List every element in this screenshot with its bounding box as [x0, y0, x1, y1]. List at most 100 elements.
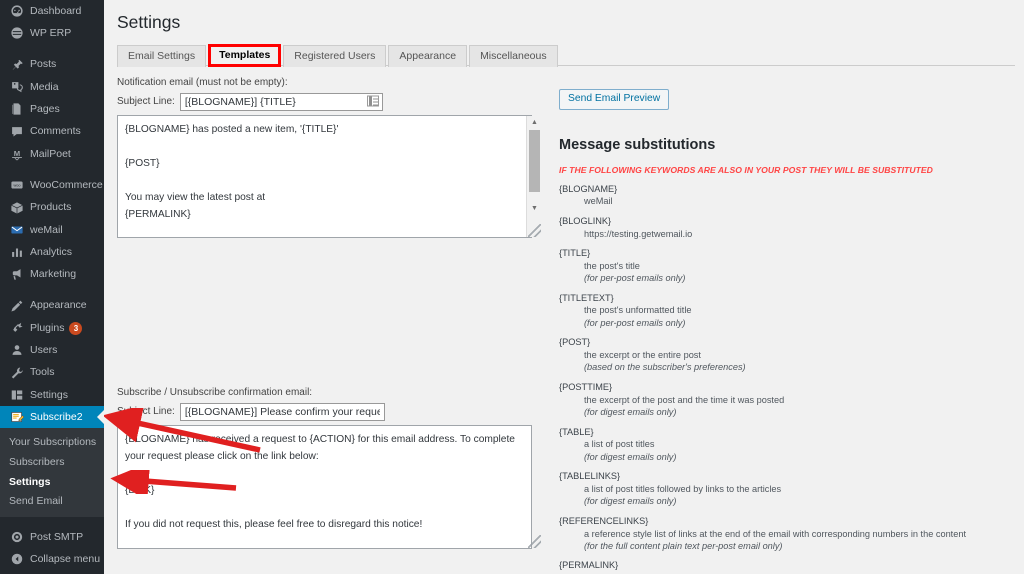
submenu-item-settings[interactable]: Settings: [0, 472, 104, 492]
notification-resize-handle[interactable]: [528, 223, 541, 237]
substitution-description: a reference style list of links at the e…: [584, 528, 966, 539]
tools-icon: [9, 365, 24, 380]
confirmation-body-textarea[interactable]: {BLOGNAME} has received a request to {AC…: [117, 424, 532, 549]
sidebar-item-analytics[interactable]: Analytics: [0, 241, 104, 263]
substitution-description: https://testing.getwemail.io: [584, 228, 693, 239]
substitution-entry: {TITLETEXT} the post's unformatted title(…: [559, 293, 1024, 330]
substitution-entry: {POST} the excerpt or the entire post (bas…: [559, 337, 1024, 374]
sidebar-item-label: Posts: [30, 58, 57, 71]
sidebar-item-marketing[interactable]: Marketing: [0, 263, 104, 285]
sidebar-item-wp-erp[interactable]: WP ERP: [0, 22, 104, 44]
sidebar-item-dashboard[interactable]: Dashboard: [0, 0, 104, 22]
sidebar-item-wemail[interactable]: weMail: [0, 219, 104, 241]
sidebar-item-comments[interactable]: Comments: [0, 120, 104, 142]
scrollbar-thumb[interactable]: [529, 129, 540, 192]
sidebar-item-post-smtp[interactable]: Post SMTP: [0, 526, 104, 548]
confirmation-subject-input[interactable]: [179, 402, 385, 421]
confirmation-subject-input-wrap: [179, 402, 385, 421]
notification-subject-input-wrap: [179, 92, 383, 111]
svg-text:woo: woo: [13, 184, 20, 188]
notification-subject-row: Subject Line:: [117, 92, 542, 111]
substitution-key: {BLOGNAME}: [559, 183, 618, 194]
tab-email-settings[interactable]: Email Settings: [117, 44, 207, 67]
pin-icon: [9, 57, 24, 72]
submenu-item-send-email[interactable]: Send Email: [0, 492, 104, 512]
substitution-key: {BLOGLINK}: [559, 215, 612, 226]
analytics-icon: [9, 245, 24, 260]
scroll-up-icon[interactable]: ▲: [527, 116, 542, 129]
sidebar-item-tools[interactable]: Tools: [0, 361, 104, 383]
sidebar-item-collapse-menu[interactable]: Collapse menu: [0, 548, 104, 570]
substitution-key: {TITLETEXT}: [559, 292, 614, 303]
templates-form: Notification email (must not be empty): …: [117, 76, 542, 549]
sidebar-item-plugins[interactable]: Plugins 3: [0, 317, 104, 339]
sidebar-item-label: WooCommerce: [30, 178, 103, 191]
message-substitutions-heading: Message substitutions: [559, 137, 716, 153]
admin-sidebar: Dashboard WP ERP Posts Media Pages Comments M M…: [0, 0, 104, 574]
sidebar-item-users[interactable]: Users: [0, 339, 104, 361]
sidebar-item-label: Analytics: [30, 245, 73, 258]
substitution-note: (for per-post emails only): [584, 317, 686, 328]
notification-body-textarea[interactable]: {BLOGNAME} has posted a new item, '{TITL…: [117, 114, 532, 238]
tab-appearance[interactable]: Appearance: [388, 44, 468, 67]
svg-text:M: M: [13, 149, 19, 158]
substitutions-warning-text: IF THE FOLLOWING KEYWORDS ARE ALSO IN YO…: [559, 165, 933, 176]
tab-miscellaneous[interactable]: Miscellaneous: [469, 44, 558, 67]
substitution-note: (based on the subscriber's preferences): [584, 362, 746, 373]
emoji-picker-icon[interactable]: [366, 95, 379, 107]
substitution-key: {POST}: [559, 337, 591, 348]
sidebar-item-label: Settings: [30, 388, 68, 401]
notification-section-label: Notification email (must not be empty):: [117, 76, 288, 88]
wordpress-admin-screen: Dashboard WP ERP Posts Media Pages Comments M M…: [0, 0, 1024, 574]
substitution-entry: {REFERENCELINKS} a reference style list o…: [559, 516, 1024, 553]
substitution-note: (for digest emails only): [584, 451, 677, 462]
substitution-entry: {TABLE} a list of post titles (for digest …: [559, 427, 1024, 464]
plugins-update-badge: 3: [69, 321, 83, 335]
sidebar-item-appearance[interactable]: Appearance: [0, 295, 104, 317]
sidebar-item-media[interactable]: Media: [0, 76, 104, 98]
sidebar-item-label: Comments: [30, 125, 81, 138]
sidebar-item-mailpoet[interactable]: M MailPoet: [0, 143, 104, 165]
confirmation-subject-label: Subject Line:: [117, 405, 175, 417]
confirmation-resize-handle[interactable]: [528, 534, 541, 548]
sidebar-item-settings[interactable]: Settings: [0, 384, 104, 406]
subscribe2-icon: [9, 410, 24, 425]
sidebar-item-posts[interactable]: Posts: [0, 54, 104, 76]
substitution-description: the excerpt of the post and the time it …: [584, 394, 785, 405]
substitution-entry: {BLOGLINK} https://testing.getwemail.io: [559, 216, 1024, 240]
substitution-key: {PERMALINK}: [559, 560, 619, 571]
notification-textarea-scrollbar[interactable]: ▲ ▼: [526, 115, 542, 237]
page-title: Settings: [117, 12, 181, 32]
substitution-key: {TABLELINKS}: [559, 471, 621, 482]
tab-templates[interactable]: Templates: [208, 43, 282, 67]
menu-separator: [0, 165, 104, 174]
mailpoet-icon: M: [9, 146, 24, 161]
sidebar-item-products[interactable]: Products: [0, 196, 104, 218]
sidebar-item-subscribe2[interactable]: Subscribe2: [0, 406, 104, 429]
sidebar-item-label: Media: [30, 80, 59, 93]
sidebar-item-label: MailPoet: [30, 147, 71, 160]
sidebar-item-label: Products: [30, 201, 72, 214]
notification-subject-input[interactable]: [179, 92, 383, 111]
sidebar-item-woocommerce[interactable]: woo WooCommerce: [0, 174, 104, 196]
substitution-note: (for digest emails only): [584, 496, 677, 507]
substitution-key: {POSTTIME}: [559, 381, 613, 392]
tab-registered-users[interactable]: Registered Users: [283, 44, 387, 67]
submenu-item-your-subscriptions[interactable]: Your Subscriptions: [0, 432, 104, 452]
confirmation-subject-row: Subject Line:: [117, 402, 542, 421]
admin-menu-footer: Post SMTP Collapse menu: [0, 517, 104, 571]
sidebar-item-pages[interactable]: Pages: [0, 98, 104, 120]
send-email-preview-button[interactable]: Send Email Preview: [559, 89, 670, 110]
plugins-icon: [9, 321, 24, 336]
submenu-item-subscribers[interactable]: Subscribers: [0, 452, 104, 472]
scroll-down-icon[interactable]: ▼: [527, 202, 542, 215]
menu-separator: [0, 286, 104, 295]
subscribe2-submenu: Your Subscriptions Subscribers Settings Sen…: [0, 428, 104, 517]
collapse-icon: [9, 552, 24, 567]
menu-separator: [0, 45, 104, 54]
media-icon: [9, 80, 24, 95]
admin-menu-list: Dashboard WP ERP Posts Media Pages Comments M M…: [0, 0, 104, 429]
users-icon: [9, 343, 24, 358]
message-substitutions-panel: Send Email Preview Message substitutions…: [559, 88, 1024, 574]
sidebar-item-label: Dashboard: [30, 4, 82, 17]
